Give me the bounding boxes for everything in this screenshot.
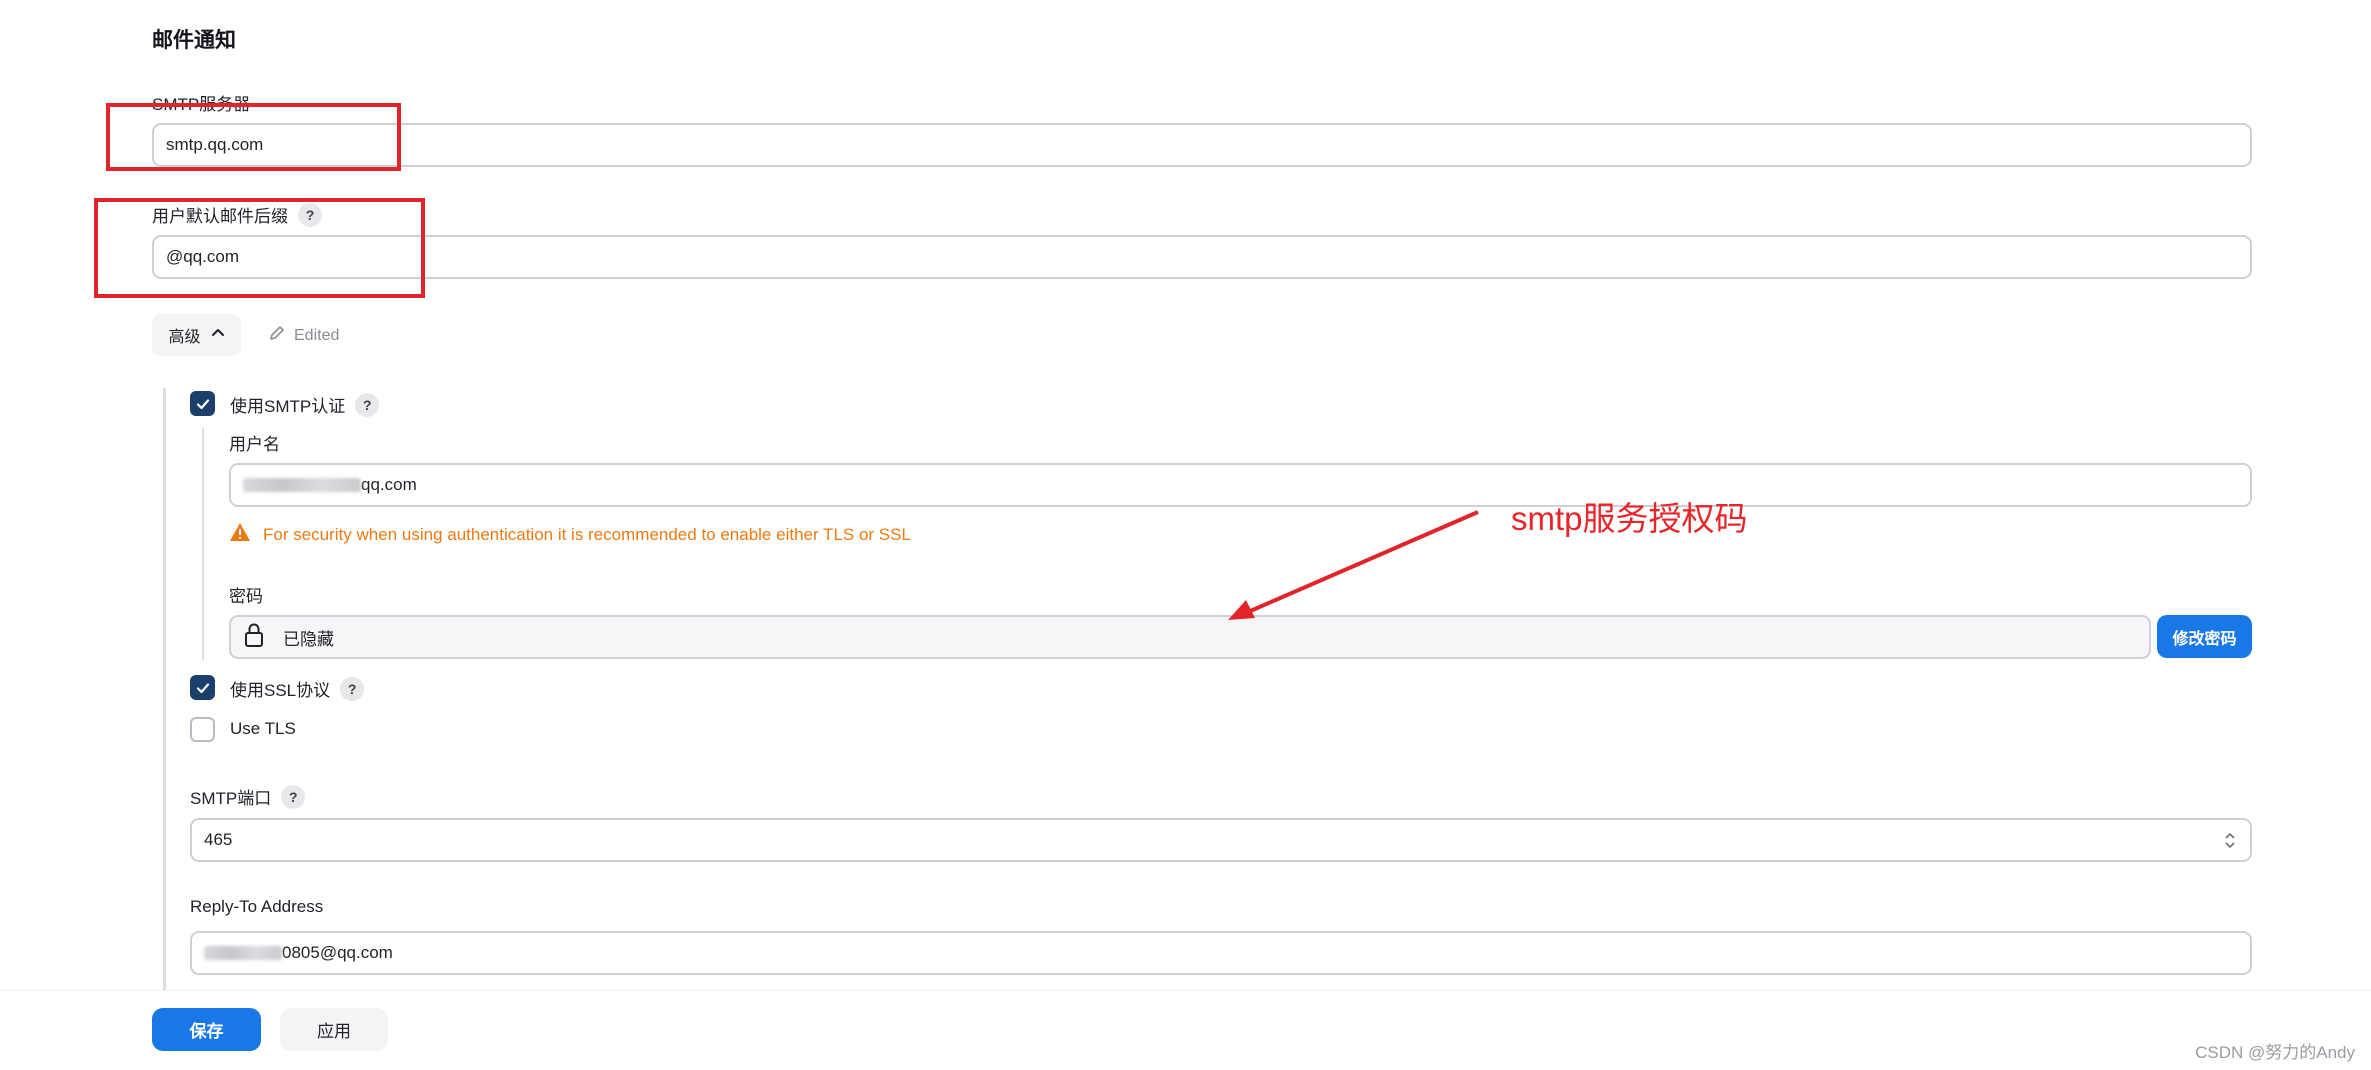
apply-button[interactable]: 应用 — [280, 1008, 388, 1051]
watermark: CSDN @努力的Andy — [2195, 1043, 2355, 1062]
save-button[interactable]: 保存 — [152, 1008, 261, 1051]
annotation-arrow — [1228, 510, 1479, 620]
annotation-text: smtp服务授权码 — [1511, 500, 1748, 537]
